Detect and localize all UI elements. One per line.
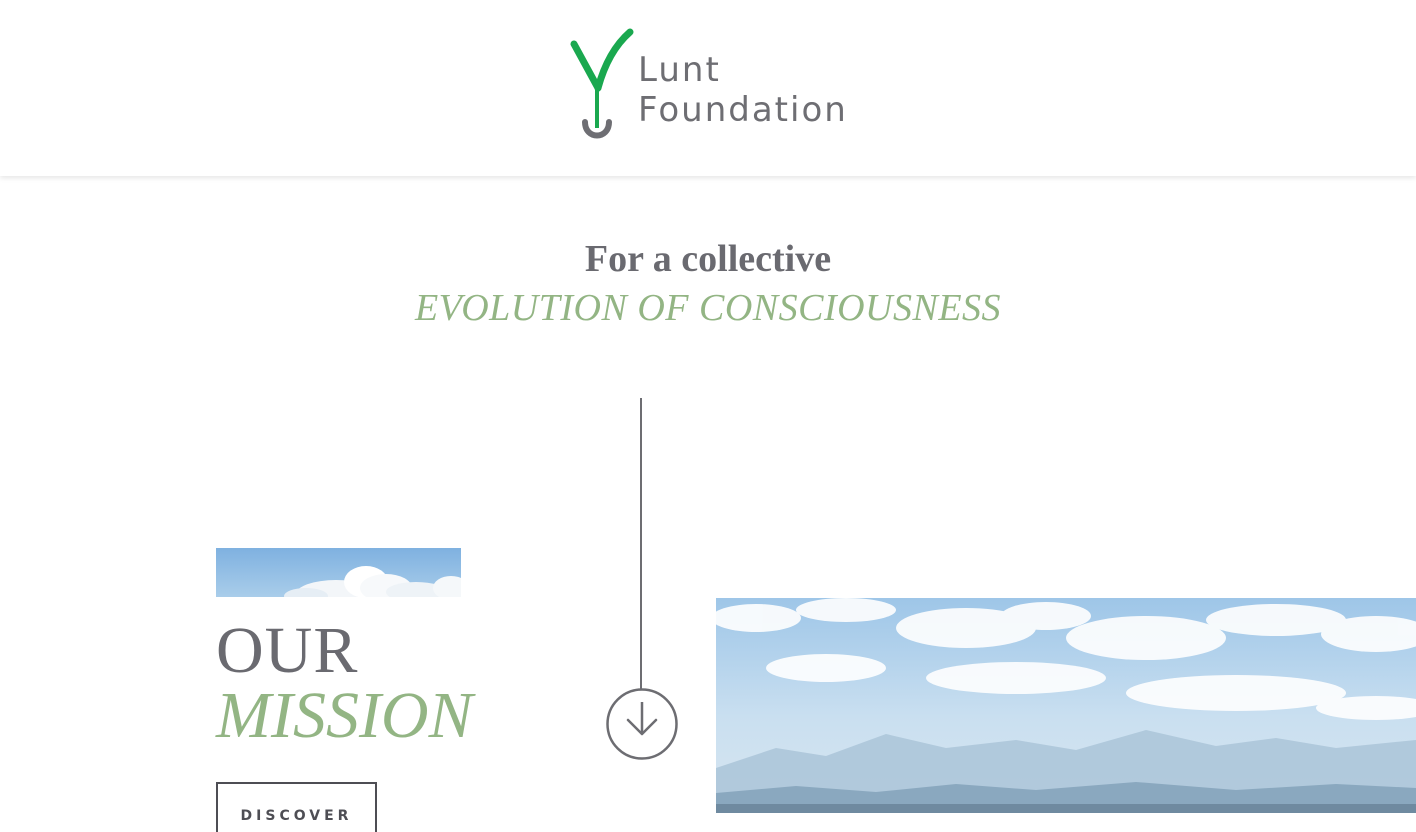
mission-heading-line1: OUR xyxy=(216,614,359,687)
logo-text-line1: Lunt xyxy=(638,50,721,90)
discover-button[interactable]: DISCOVER xyxy=(216,782,377,832)
sprout-logo-icon xyxy=(570,28,634,139)
scroll-down-button[interactable] xyxy=(606,688,678,760)
arrow-down-circle-icon xyxy=(606,688,678,760)
mission-sky-image xyxy=(216,548,461,597)
logo-text-line2: Foundation xyxy=(638,90,848,130)
scroll-guide-line xyxy=(640,398,642,720)
cloud-illustration xyxy=(284,566,461,597)
tagline-line1: For a collective xyxy=(584,238,832,280)
landscape-image xyxy=(716,598,1416,813)
mission-heading-line2: MISSION xyxy=(216,679,473,752)
mountain-sky-illustration xyxy=(716,598,1416,813)
site-logo[interactable]: Lunt Foundation xyxy=(566,26,856,148)
tagline-line2: EVOLUTION OF CONSCIOUSNESS xyxy=(414,287,1002,329)
hero-tagline: For a collective EVOLUTION OF CONSCIOUSN… xyxy=(0,236,1416,334)
logo-wordmark: Lunt Foundation xyxy=(638,50,848,130)
site-header: Lunt Foundation xyxy=(0,0,1416,176)
mission-heading: OUR MISSION xyxy=(216,614,473,752)
